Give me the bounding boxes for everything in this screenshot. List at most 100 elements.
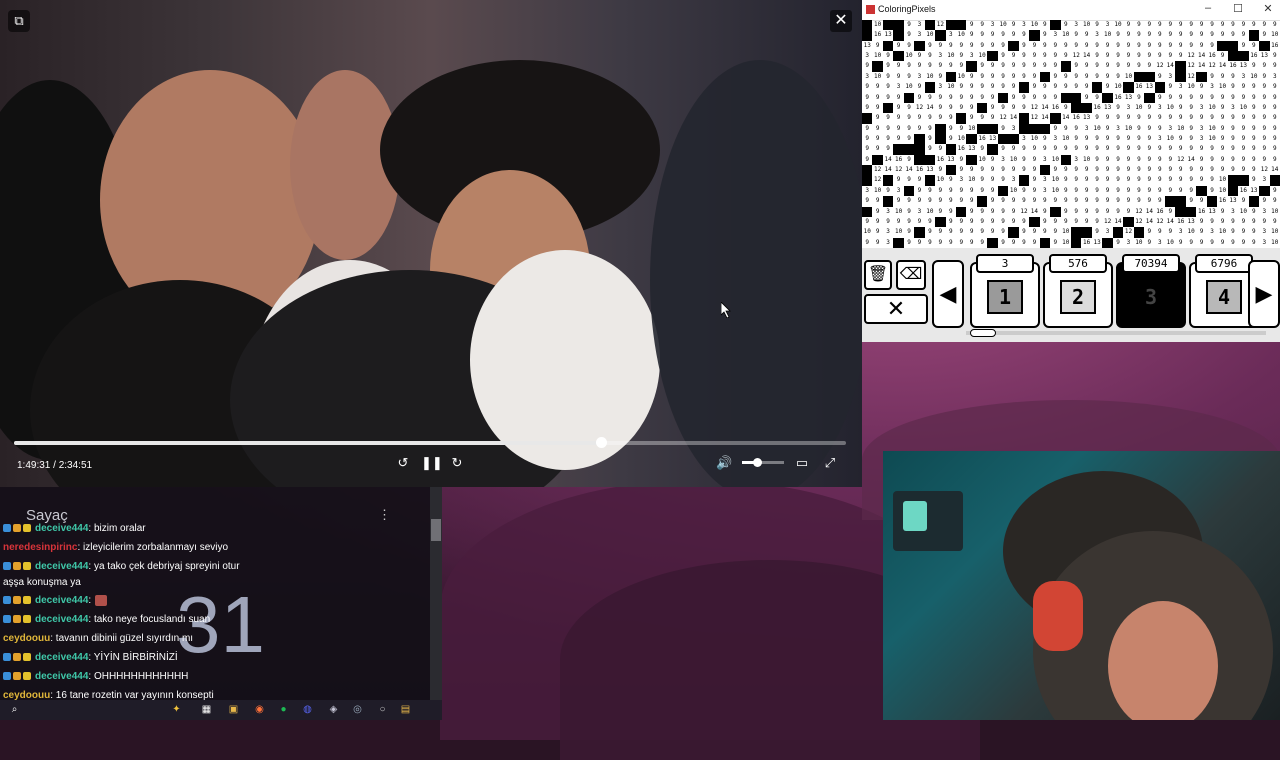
pixel-cell[interactable]: 9 (1092, 227, 1102, 237)
video-player[interactable]: ⧉ ✕ 1:49:31 / 2:34:51 ↺ ❚❚ ↻ 🔊 ▭ ⤢ (0, 0, 862, 487)
pixel-cell[interactable]: 9 (1050, 61, 1060, 71)
pixel-cell[interactable]: 9 (904, 124, 914, 134)
pixel-cell[interactable] (1050, 20, 1061, 31)
volume-handle[interactable] (752, 458, 762, 467)
volume-icon[interactable]: 🔊 (716, 456, 732, 470)
pixel-cell[interactable]: 9 (1102, 124, 1112, 134)
pixel-cell[interactable]: 9 (1196, 155, 1206, 165)
pixel-cell[interactable]: 9 (1144, 186, 1154, 196)
pixel-cell[interactable]: 9 (998, 82, 1008, 92)
pixel-cell[interactable]: 9 (1050, 217, 1060, 227)
pixel-cell[interactable]: 9 (1134, 175, 1144, 185)
pixel-cell[interactable]: 9 (1113, 134, 1123, 144)
pixel-cell[interactable] (1081, 227, 1092, 238)
pixel-cell[interactable]: 9 (1019, 93, 1029, 103)
pixel-cell[interactable]: 9 (1092, 175, 1102, 185)
pixel-cell[interactable]: 12 (914, 103, 924, 113)
pixel-cell[interactable]: 9 (1081, 165, 1091, 175)
pixel-cell[interactable]: 9 (946, 103, 956, 113)
pixel-cell[interactable]: 9 (1259, 144, 1269, 154)
pixel-cell[interactable]: 3 (1071, 155, 1081, 165)
pixel-cell[interactable]: 9 (1061, 20, 1071, 30)
pixel-cell[interactable]: 9 (1175, 93, 1185, 103)
pixel-cell[interactable] (1060, 61, 1071, 72)
pixel-cell[interactable]: 14 (883, 165, 893, 175)
spotify-icon[interactable]: ● (277, 703, 290, 716)
pixel-cell[interactable] (882, 20, 894, 31)
search-icon[interactable]: ⌕ (8, 703, 21, 716)
pixel-cell[interactable]: 9 (987, 165, 997, 175)
pixel-cell[interactable]: 9 (1207, 217, 1217, 227)
pixel-cell[interactable] (1144, 71, 1155, 83)
pixel-cell[interactable]: 9 (883, 144, 893, 154)
pixel-cell[interactable]: 9 (893, 93, 903, 103)
pixel-cell[interactable]: 3 (1081, 124, 1091, 134)
pixel-cell[interactable]: 9 (1113, 207, 1123, 217)
pixel-cell[interactable]: 9 (946, 217, 956, 227)
pixel-cell[interactable]: 10 (1123, 72, 1133, 82)
pixel-cell[interactable]: 9 (1071, 124, 1081, 134)
pixel-cell[interactable]: 3 (1228, 207, 1238, 217)
pixel-cell[interactable]: 10 (1081, 20, 1091, 30)
pixel-cell[interactable]: 9 (1050, 227, 1060, 237)
pixel-cell[interactable]: 9 (1134, 51, 1144, 61)
pixel-cell[interactable]: 9 (998, 227, 1008, 237)
pixel-cell[interactable]: 9 (1155, 41, 1165, 51)
pixel-cell[interactable]: 9 (1081, 207, 1091, 217)
pixel-cell[interactable]: 9 (1113, 41, 1123, 51)
pixel-cell[interactable]: 9 (1040, 61, 1050, 71)
palette-scroll-thumb[interactable] (970, 329, 996, 337)
pixel-cell[interactable]: 9 (946, 238, 956, 248)
pixel-cell[interactable]: 9 (1144, 165, 1154, 175)
pixel-cell[interactable]: 9 (1144, 238, 1154, 248)
pixel-cell[interactable]: 10 (1207, 103, 1217, 113)
pixel-cell[interactable]: 9 (1029, 238, 1039, 248)
pixel-cell[interactable]: 16 (1207, 51, 1217, 61)
pixel-cell[interactable]: 9 (1270, 144, 1280, 154)
pixel-cell[interactable] (1123, 216, 1134, 228)
pixel-cell[interactable]: 9 (987, 186, 997, 196)
pixel-cell[interactable]: 9 (1019, 217, 1029, 227)
pixel-cell[interactable]: 9 (872, 227, 882, 237)
pixel-cell[interactable]: 9 (1008, 30, 1018, 40)
pixel-cell[interactable]: 10 (872, 20, 882, 30)
pixel-cell[interactable]: 9 (1228, 165, 1238, 175)
pixel-cell[interactable]: 9 (1019, 196, 1029, 206)
pixel-cell[interactable]: 16 (956, 144, 966, 154)
pixel-cell[interactable] (1217, 40, 1228, 52)
pixel-cell[interactable] (976, 102, 988, 114)
pixel-cell[interactable]: 9 (1019, 155, 1029, 165)
pixel-cell[interactable]: 9 (998, 51, 1008, 61)
pixel-cell[interactable]: 9 (914, 124, 924, 134)
pixel-cell[interactable]: 10 (872, 186, 882, 196)
close-tool-icon[interactable]: ✕ (864, 294, 928, 324)
pixel-cell[interactable] (935, 123, 946, 134)
pixel-cell[interactable]: 9 (987, 30, 997, 40)
pixel-cell[interactable]: 9 (1196, 20, 1206, 30)
chat-username[interactable]: deceive444 (35, 595, 88, 606)
pixel-cell[interactable] (1018, 123, 1030, 134)
pixel-cell[interactable]: 9 (1113, 155, 1123, 165)
pixel-cell[interactable]: 10 (1207, 134, 1217, 144)
minimize-button[interactable]: – (1200, 2, 1216, 14)
pixel-cell[interactable]: 9 (1165, 113, 1175, 123)
pixel-cell[interactable]: 9 (1071, 175, 1081, 185)
pixel-cell[interactable]: 10 (1008, 155, 1018, 165)
pixel-cell[interactable]: 10 (1134, 103, 1144, 113)
fullscreen-icon[interactable]: ⤢ (822, 456, 838, 470)
pixel-cell[interactable]: 9 (966, 93, 976, 103)
pixel-cell[interactable]: 9 (1155, 144, 1165, 154)
pixel-cell[interactable] (1227, 51, 1239, 62)
pixel-cell[interactable]: 14 (1040, 103, 1050, 113)
pixel-cell[interactable]: 3 (1102, 20, 1112, 30)
eraser-icon[interactable]: ⌫ (896, 260, 926, 290)
pixel-cell[interactable]: 9 (1113, 144, 1123, 154)
pixel-cell[interactable]: 10 (966, 175, 976, 185)
pixel-cell[interactable]: 12 (1102, 217, 1112, 227)
pixel-cell[interactable]: 13 (946, 155, 956, 165)
pixel-cell[interactable] (1102, 237, 1113, 248)
pixel-cell[interactable]: 9 (1175, 165, 1185, 175)
pixel-cell[interactable]: 9 (1249, 165, 1259, 175)
pixel-cell[interactable]: 9 (925, 217, 935, 227)
pixel-cell[interactable]: 9 (893, 217, 903, 227)
